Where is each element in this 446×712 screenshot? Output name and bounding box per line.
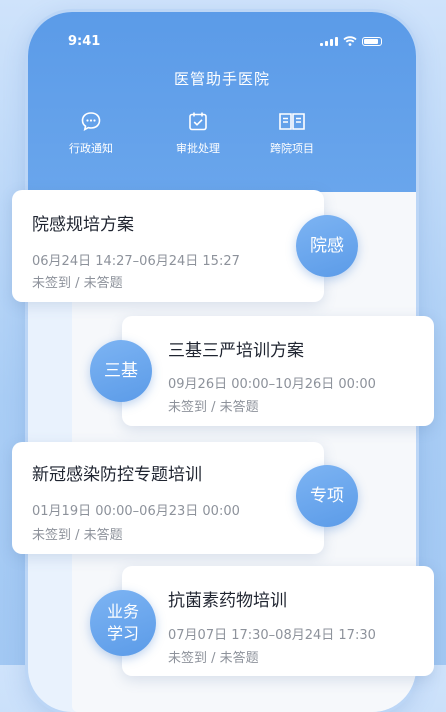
training-card[interactable]: 三基三严培训方案 09月26日 00:00–10月26日 00:00 未签到 /… — [122, 316, 434, 426]
category-badge: 三基 — [90, 340, 152, 402]
app-header: 9:41 医管助手医院 行政通知 审批处理 跨院项目 — [28, 12, 416, 202]
nav-label-notice: 行政通知 — [69, 142, 113, 155]
status-bar: 9:41 — [68, 34, 382, 50]
book-icon — [279, 113, 305, 130]
card-time: 01月19日 00:00–06月23日 00:00 — [32, 504, 240, 519]
card-time: 07月07日 17:30–08月24日 17:30 — [168, 628, 376, 643]
battery-icon — [362, 36, 382, 46]
card-time: 06月24日 14:27–06月24日 15:27 — [32, 254, 240, 269]
nav-item-approval[interactable]: 审批处理 — [168, 110, 228, 156]
nav-item-cross-hospital[interactable]: 跨院项目 — [262, 110, 322, 156]
training-card[interactable]: 新冠感染防控专题培训 01月19日 00:00–06月23日 00:00 未签到… — [12, 442, 324, 554]
card-title: 三基三严培训方案 — [168, 341, 304, 361]
top-nav: 行政通知 审批处理 跨院项目 — [58, 110, 318, 170]
chat-bubble-icon — [81, 112, 101, 132]
nav-label-cross-hospital: 跨院项目 — [270, 142, 314, 155]
card-title: 新冠感染防控专题培训 — [32, 465, 202, 485]
card-title: 抗菌素药物培训 — [168, 591, 287, 611]
card-title: 院感规培方案 — [32, 215, 134, 235]
category-badge: 院感 — [296, 215, 358, 277]
app-title: 医管助手医院 — [173, 70, 270, 88]
card-status: 未签到 / 未答题 — [32, 276, 123, 291]
category-badge: 专项 — [296, 465, 358, 527]
nav-label-approval: 审批处理 — [176, 142, 220, 155]
card-status: 未签到 / 未答题 — [32, 528, 123, 543]
signal-icon — [320, 36, 338, 46]
training-card[interactable]: 院感规培方案 06月24日 14:27–06月24日 15:27 未签到 / 未… — [12, 190, 324, 302]
status-time: 9:41 — [68, 34, 101, 49]
wifi-icon — [343, 36, 357, 46]
nav-item-notice[interactable]: 行政通知 — [58, 110, 124, 156]
training-card[interactable]: 抗菌素药物培训 07月07日 17:30–08月24日 17:30 未签到 / … — [122, 566, 434, 676]
card-time: 09月26日 00:00–10月26日 00:00 — [168, 377, 376, 392]
card-status: 未签到 / 未答题 — [168, 400, 259, 415]
calendar-check-icon — [189, 112, 207, 131]
category-badge: 业务学习 — [90, 590, 156, 656]
card-status: 未签到 / 未答题 — [168, 651, 259, 666]
